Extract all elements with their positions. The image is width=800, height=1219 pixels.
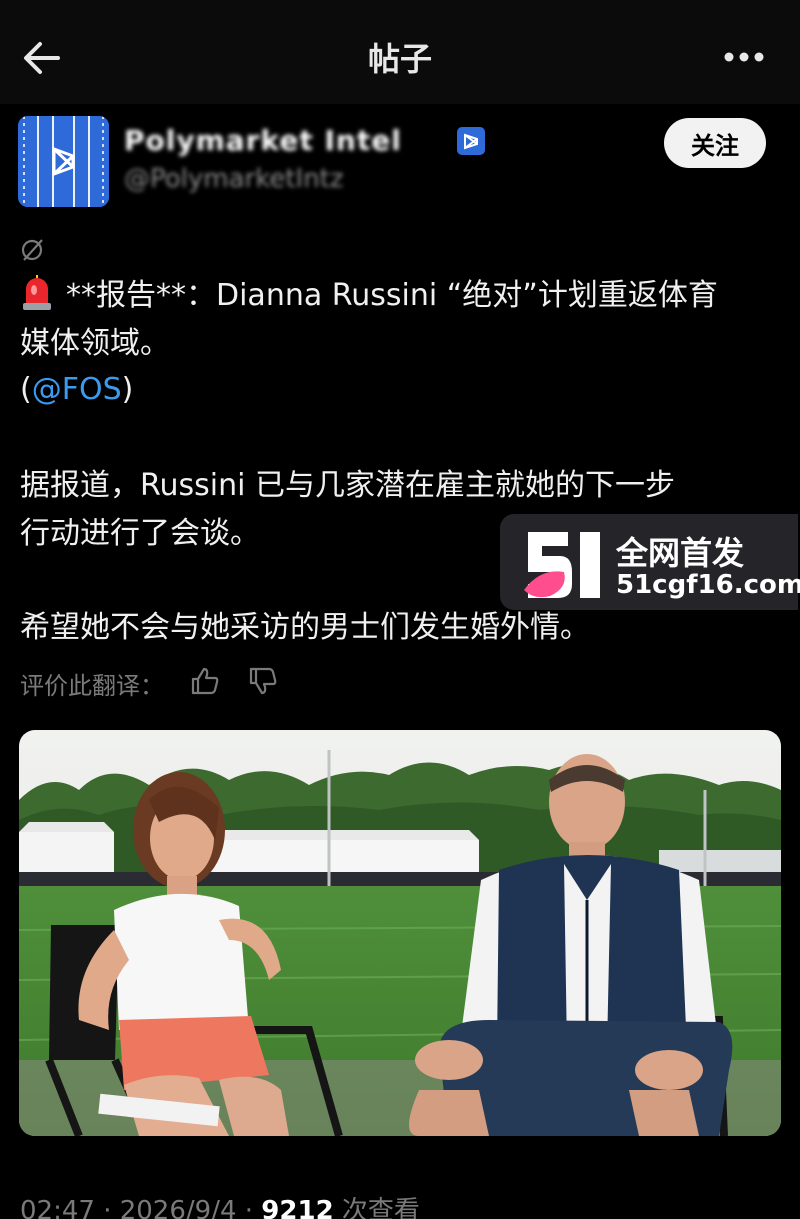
thumb-down-icon (249, 667, 277, 695)
translate-icon (21, 239, 43, 261)
view-count-label: 次查看 (333, 1196, 420, 1219)
watermark-badge: 全网首发 51cgf16.com (500, 514, 800, 610)
rate-translation-label: 评价此翻译： (20, 672, 164, 700)
post-text-line-2: 媒体领域。 (20, 326, 170, 361)
thumb-up-button[interactable] (190, 666, 220, 696)
watermark-url: 51cgf16.com (616, 570, 800, 600)
thumb-up-icon (191, 667, 219, 695)
post-timestamp: 02:47 · 2026/9/4 · (20, 1196, 262, 1219)
post-detail-page: 帖子 Polymarket Intel @PolymarketIntz 关注 *… (0, 0, 800, 1219)
interview-photo-image (19, 730, 781, 1136)
watermark-title: 全网首发 (616, 534, 745, 572)
post-photo[interactable] (19, 730, 781, 1136)
author-name[interactable]: Polymarket Intel (124, 124, 402, 157)
post-text-line-6: 希望她不会与她采访的男士们发生婚外情。 (20, 610, 590, 645)
verified-badge-icon (457, 127, 485, 155)
view-count[interactable]: 9212 (261, 1196, 333, 1219)
author-handle[interactable]: @PolymarketIntz (124, 164, 344, 194)
more-button[interactable] (724, 46, 764, 68)
mention-paren-close: ) (121, 372, 134, 407)
page-title: 帖子 (367, 40, 432, 78)
site-logo-icon (524, 532, 600, 598)
football-field-logo-icon (18, 116, 109, 207)
post-text-line-5: 行动进行了会谈。 (20, 516, 260, 551)
avatar[interactable] (18, 116, 109, 207)
more-dots-icon (724, 52, 764, 62)
rotating-light-emoji (23, 275, 51, 310)
post-text-line-1: **报告**：Dianna Russini “绝对”计划重返体育 (20, 274, 718, 318)
mention-paren-open: ( (20, 372, 32, 407)
follow-button[interactable]: 关注 (664, 118, 766, 168)
mention-link[interactable]: @FOS (32, 372, 122, 407)
post-text-line-3: (@FOS) (20, 368, 133, 412)
post-text-line-4: 据报道，Russini 已与几家潜在雇主就她的下一步 (20, 468, 675, 503)
post-meta: 02:47 · 2026/9/4 · 9212 次查看 (20, 1190, 420, 1219)
thumb-down-button[interactable] (248, 666, 278, 696)
top-bar: 帖子 (0, 0, 800, 104)
post-text: **报告**：Dianna Russini “绝对”计划重返体育 (66, 278, 718, 313)
